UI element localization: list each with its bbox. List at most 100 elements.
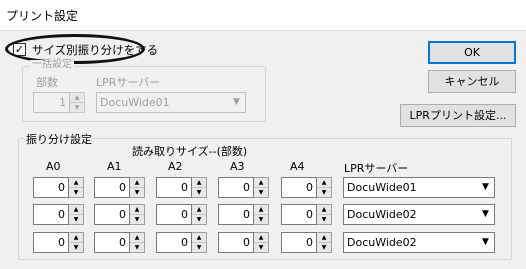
row2-lpr-server-value: DocuWide02 xyxy=(347,208,417,221)
spin-down-icon[interactable]: ▼ xyxy=(69,215,83,224)
row1-a2-spinner[interactable]: 0 ▲ ▼ xyxy=(156,177,207,198)
spin-down-icon[interactable]: ▼ xyxy=(69,188,83,197)
row3-a2-spinner[interactable]: 0 ▲ ▼ xyxy=(156,232,207,253)
spin-up-icon[interactable]: ▲ xyxy=(130,205,144,215)
row3-a1-value[interactable]: 0 xyxy=(94,232,130,253)
copies-value[interactable]: 1 xyxy=(33,92,70,113)
spin-down-icon[interactable]: ▼ xyxy=(130,243,144,252)
row3-a4-spin-buttons[interactable]: ▲ ▼ xyxy=(317,232,332,253)
row2-a3-spin-buttons[interactable]: ▲ ▼ xyxy=(254,204,269,225)
spin-up-icon[interactable]: ▲ xyxy=(254,233,268,243)
row2-a1-spin-buttons[interactable]: ▲ ▼ xyxy=(130,204,145,225)
spin-up-icon[interactable]: ▲ xyxy=(69,205,83,215)
row3-a2-spin-buttons[interactable]: ▲ ▼ xyxy=(192,232,207,253)
spin-up-icon[interactable]: ▲ xyxy=(317,233,331,243)
row2-a1-spinner[interactable]: 0 ▲ ▼ xyxy=(94,204,145,225)
spin-up-icon[interactable]: ▲ xyxy=(70,93,84,103)
row3-a4-spinner[interactable]: 0 ▲ ▼ xyxy=(281,232,332,253)
spin-down-icon[interactable]: ▼ xyxy=(70,103,84,112)
spin-up-icon[interactable]: ▲ xyxy=(69,178,83,188)
row1-a1-spinner[interactable]: 0 ▲ ▼ xyxy=(94,177,145,198)
row3-lpr-server-select[interactable]: DocuWide02 ▼ xyxy=(343,232,495,253)
single-lpr-server-label: LPRサーバー xyxy=(96,76,161,89)
row3-a1-spinner[interactable]: 0 ▲ ▼ xyxy=(94,232,145,253)
single-lpr-server-select[interactable]: DocuWide01 ▼ xyxy=(96,92,246,113)
row3-a3-value[interactable]: 0 xyxy=(218,232,254,253)
row1-a1-spin-buttons[interactable]: ▲ ▼ xyxy=(130,177,145,198)
copies-spin-buttons[interactable]: ▲ ▼ xyxy=(70,92,85,113)
row1-a4-spinner[interactable]: 0 ▲ ▼ xyxy=(281,177,332,198)
row2-a4-spinner[interactable]: 0 ▲ ▼ xyxy=(281,204,332,225)
spin-down-icon[interactable]: ▼ xyxy=(192,215,206,224)
row1-a3-spinner[interactable]: 0 ▲ ▼ xyxy=(218,177,269,198)
row1-a4-spin-buttons[interactable]: ▲ ▼ xyxy=(317,177,332,198)
row1-a0-value[interactable]: 0 xyxy=(33,177,69,198)
spin-down-icon[interactable]: ▼ xyxy=(317,188,331,197)
spin-up-icon[interactable]: ▲ xyxy=(192,205,206,215)
spin-down-icon[interactable]: ▼ xyxy=(254,215,268,224)
spin-down-icon[interactable]: ▼ xyxy=(317,215,331,224)
row3-a4-value[interactable]: 0 xyxy=(281,232,317,253)
spin-down-icon[interactable]: ▼ xyxy=(69,243,83,252)
row2-a0-value[interactable]: 0 xyxy=(33,204,69,225)
row2-a3-spinner[interactable]: 0 ▲ ▼ xyxy=(218,204,269,225)
row3-a0-value[interactable]: 0 xyxy=(33,232,69,253)
spin-up-icon[interactable]: ▲ xyxy=(130,178,144,188)
spin-down-icon[interactable]: ▼ xyxy=(192,188,206,197)
row2-lpr-server-select[interactable]: DocuWide02 ▼ xyxy=(343,204,495,225)
row2-a0-spin-buttons[interactable]: ▲ ▼ xyxy=(69,204,84,225)
row3-a2-value[interactable]: 0 xyxy=(156,232,192,253)
read-size-label: 読み取りサイズ--(部数) xyxy=(132,145,248,158)
spin-up-icon[interactable]: ▲ xyxy=(254,178,268,188)
row1-a2-value[interactable]: 0 xyxy=(156,177,192,198)
row2-a4-spin-buttons[interactable]: ▲ ▼ xyxy=(317,204,332,225)
row3-a1-spin-buttons[interactable]: ▲ ▼ xyxy=(130,232,145,253)
row2-a2-value[interactable]: 0 xyxy=(156,204,192,225)
spin-up-icon[interactable]: ▲ xyxy=(254,205,268,215)
row3-a3-spinner[interactable]: 0 ▲ ▼ xyxy=(218,232,269,253)
dropdown-arrow-icon[interactable]: ▼ xyxy=(477,205,494,224)
row1-a3-value[interactable]: 0 xyxy=(218,177,254,198)
spin-down-icon[interactable]: ▼ xyxy=(317,243,331,252)
spin-up-icon[interactable]: ▲ xyxy=(130,233,144,243)
row2-a2-spinner[interactable]: 0 ▲ ▼ xyxy=(156,204,207,225)
dropdown-arrow-icon[interactable]: ▼ xyxy=(477,178,494,197)
row1-a3-spin-buttons[interactable]: ▲ ▼ xyxy=(254,177,269,198)
row1-a0-spin-buttons[interactable]: ▲ ▼ xyxy=(69,177,84,198)
spin-up-icon[interactable]: ▲ xyxy=(317,178,331,188)
row1-a0-spinner[interactable]: 0 ▲ ▼ xyxy=(33,177,84,198)
row1-lpr-server-select[interactable]: DocuWide01 ▼ xyxy=(343,177,495,198)
spin-down-icon[interactable]: ▼ xyxy=(254,188,268,197)
row1-a1-value[interactable]: 0 xyxy=(94,177,130,198)
lpr-server-column-header: LPRサーバー xyxy=(344,162,409,175)
column-header-a2: A2 xyxy=(168,160,183,173)
spin-up-icon[interactable]: ▲ xyxy=(317,205,331,215)
row3-a0-spinner[interactable]: 0 ▲ ▼ xyxy=(33,232,84,253)
row3-a3-spin-buttons[interactable]: ▲ ▼ xyxy=(254,232,269,253)
row2-a4-value[interactable]: 0 xyxy=(281,204,317,225)
spin-down-icon[interactable]: ▼ xyxy=(130,188,144,197)
spin-up-icon[interactable]: ▲ xyxy=(192,178,206,188)
copies-spinner[interactable]: 1 ▲ ▼ xyxy=(33,92,85,113)
spin-up-icon[interactable]: ▲ xyxy=(69,233,83,243)
row2-a2-spin-buttons[interactable]: ▲ ▼ xyxy=(192,204,207,225)
row1-a4-value[interactable]: 0 xyxy=(281,177,317,198)
row3-a0-spin-buttons[interactable]: ▲ ▼ xyxy=(69,232,84,253)
spin-down-icon[interactable]: ▼ xyxy=(130,215,144,224)
distribution-group-label: 振り分け設定 xyxy=(24,131,94,147)
cancel-button[interactable]: キャンセル xyxy=(428,70,516,93)
row1-a2-spin-buttons[interactable]: ▲ ▼ xyxy=(192,177,207,198)
row2-a1-value[interactable]: 0 xyxy=(94,204,130,225)
spin-up-icon[interactable]: ▲ xyxy=(192,233,206,243)
dropdown-arrow-icon[interactable]: ▼ xyxy=(228,93,245,112)
dropdown-arrow-icon[interactable]: ▼ xyxy=(477,233,494,252)
spin-down-icon[interactable]: ▼ xyxy=(192,243,206,252)
row2-a3-value[interactable]: 0 xyxy=(218,204,254,225)
row2-a0-spinner[interactable]: 0 ▲ ▼ xyxy=(33,204,84,225)
ok-button[interactable]: OK xyxy=(428,41,516,64)
row1-lpr-server-value: DocuWide01 xyxy=(347,181,417,194)
window-title: プリント設定 xyxy=(6,9,79,23)
lpr-print-settings-button[interactable]: LPRプリント設定... xyxy=(400,104,516,127)
spin-down-icon[interactable]: ▼ xyxy=(254,243,268,252)
row3-lpr-server-value: DocuWide02 xyxy=(347,236,417,249)
